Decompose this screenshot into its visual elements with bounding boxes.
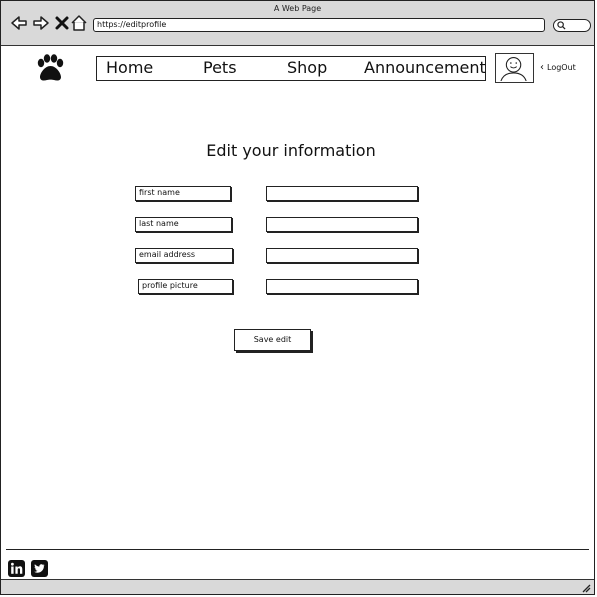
profile-picture-label: profile picture [138, 279, 233, 294]
stop-icon[interactable] [53, 14, 71, 32]
logout-link[interactable]: ‹ LogOut [540, 62, 576, 73]
last-name-field[interactable] [266, 217, 418, 232]
forward-arrow-icon[interactable] [32, 14, 50, 32]
window-title: A Web Page [273, 4, 322, 13]
browser-search[interactable] [553, 19, 591, 32]
nav-home[interactable]: Home [106, 58, 153, 78]
profile-picture-field[interactable] [266, 279, 418, 294]
address-bar[interactable]: https://editprofile [93, 18, 545, 32]
email-field[interactable] [266, 248, 418, 263]
paw-icon[interactable] [33, 53, 65, 85]
chevron-left-icon: ‹ [540, 62, 544, 73]
browser-titlebar: A Web Page https://editprofile [1, 1, 594, 46]
home-icon[interactable] [70, 14, 88, 32]
nav-shop[interactable]: Shop [287, 58, 327, 78]
search-icon [557, 21, 566, 30]
browser-statusbar [1, 579, 594, 594]
first-name-label: first name [135, 186, 231, 201]
save-edit-button[interactable]: Save edit [234, 329, 311, 351]
back-arrow-icon[interactable] [10, 14, 28, 32]
resize-handle-icon[interactable] [580, 582, 591, 593]
footer-divider [6, 549, 589, 550]
logout-label: LogOut [547, 63, 576, 72]
browser-window: A Web Page https://editprofile Home Pets… [0, 0, 595, 595]
avatar[interactable] [495, 53, 534, 83]
first-name-field[interactable] [266, 186, 418, 201]
main-nav: Home Pets Shop Announcement [96, 56, 486, 81]
linkedin-icon[interactable] [8, 560, 25, 577]
email-address-label: email address [135, 248, 233, 263]
twitter-icon[interactable] [31, 560, 48, 577]
page-title: Edit your information [206, 141, 376, 160]
nav-pets[interactable]: Pets [203, 58, 237, 78]
nav-announcement[interactable]: Announcement [364, 58, 486, 78]
last-name-label: last name [135, 217, 232, 232]
user-icon [500, 57, 527, 82]
